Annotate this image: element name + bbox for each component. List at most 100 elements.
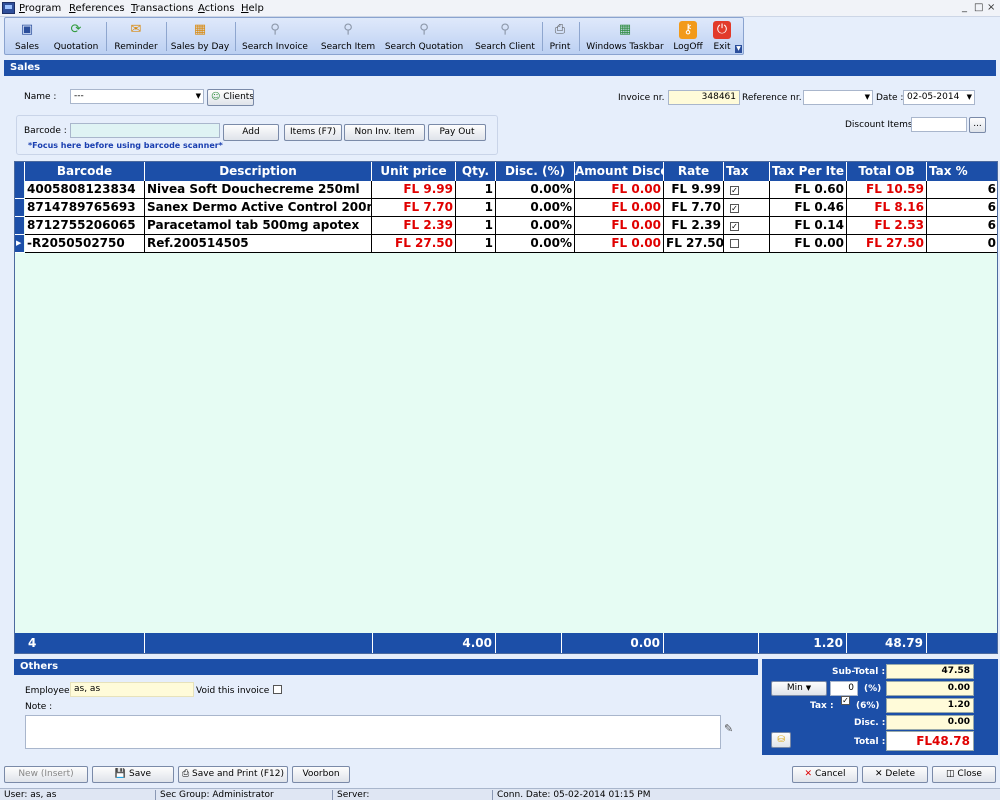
cell-qty: 1 xyxy=(456,235,496,253)
cell-description: Nivea Soft Douchecreme 250ml xyxy=(145,181,372,199)
sales-by-day-button[interactable]: ▦ Sales by Day xyxy=(167,18,233,54)
cash-drawer-button[interactable]: ⛁ xyxy=(771,732,791,748)
clients-icon: ☺ xyxy=(211,92,221,102)
note-expand-icon[interactable]: ✎ xyxy=(724,722,733,735)
cell-tax: ✓ xyxy=(724,217,770,235)
search-client-button[interactable]: ⚲ Search Client xyxy=(469,18,541,54)
col-header-unit-price[interactable]: Unit price xyxy=(372,162,456,181)
cell-tax-pct: 6 xyxy=(927,181,997,199)
app-icon[interactable] xyxy=(2,2,15,14)
subtotal-label: Sub-Total : xyxy=(832,667,886,677)
reference-combo[interactable]: ▼ xyxy=(803,90,873,105)
table-row[interactable]: 8712755206065 Paracetamol tab 500mg apot… xyxy=(15,217,997,235)
close-window-icon[interactable]: × xyxy=(987,2,995,13)
discount-pct-input[interactable]: 0 xyxy=(830,681,858,696)
items-button[interactable]: Items (F7) xyxy=(284,124,342,141)
cell-tax-per-item: FL 0.46 xyxy=(770,199,847,217)
barcode-hint: *Focus here before using barcode scanner… xyxy=(28,141,223,150)
pay-out-button[interactable]: Pay Out xyxy=(428,124,486,141)
row-selector[interactable]: ▶ xyxy=(15,235,24,253)
logoff-button[interactable]: ⚷ LogOff xyxy=(669,18,707,54)
quotation-label: Quotation xyxy=(53,42,99,52)
disc-label: Disc. : xyxy=(854,718,886,728)
save-button[interactable]: 💾 Save xyxy=(92,766,174,783)
tax-checkbox[interactable]: ✓ xyxy=(730,204,739,213)
discount-items-input[interactable] xyxy=(911,117,967,132)
void-invoice-checkbox[interactable] xyxy=(273,685,282,694)
col-header-description[interactable]: Description xyxy=(145,162,372,181)
table-row[interactable]: 4005808123834 Nivea Soft Douchecreme 250… xyxy=(15,181,997,199)
add-button[interactable]: Add xyxy=(223,124,279,141)
col-header-disc[interactable]: Disc. (%) xyxy=(496,162,575,181)
col-header-tax-per-item[interactable]: Tax Per Ite xyxy=(770,162,847,181)
note-label: Note : xyxy=(25,702,53,712)
toolbar-options-icon[interactable]: ▼ xyxy=(735,45,742,53)
search-quotation-button[interactable]: ⚲ Search Quotation xyxy=(381,18,467,54)
employee-field[interactable]: as, as xyxy=(70,682,194,697)
close-label: Close xyxy=(957,769,982,779)
windows-taskbar-button[interactable]: ▦ Windows Taskbar xyxy=(581,18,669,54)
delete-button[interactable]: ✕ Delete xyxy=(862,766,928,783)
exit-button[interactable]: ⏻ Exit xyxy=(707,18,737,54)
grid-footer: 4 4.00 0.00 1.20 48.79 xyxy=(15,633,997,653)
new-button[interactable]: New (Insert) xyxy=(4,766,88,783)
col-header-barcode[interactable]: Barcode xyxy=(25,162,145,181)
menu-help[interactable]: Help xyxy=(241,3,264,14)
col-header-amount-disc[interactable]: Amount Disco xyxy=(575,162,664,181)
tax-checkbox[interactable]: ✓ xyxy=(730,186,739,195)
table-row[interactable]: 8714789765693 Sanex Dermo Active Control… xyxy=(15,199,997,217)
cancel-button[interactable]: ✕ Cancel xyxy=(792,766,858,783)
note-textarea[interactable] xyxy=(25,715,721,749)
search-invoice-button[interactable]: ⚲ Search Invoice xyxy=(237,18,313,54)
tax-checkbox[interactable]: ✓ xyxy=(730,222,739,231)
menu-references[interactable]: References xyxy=(69,3,125,14)
search-item-button[interactable]: ⚲ Search Item xyxy=(315,18,381,54)
quotation-button[interactable]: ⟳ Quotation xyxy=(48,18,104,54)
cell-tax: ✓ xyxy=(724,199,770,217)
menu-program[interactable]: Program xyxy=(19,3,61,14)
barcode-input[interactable] xyxy=(70,123,220,138)
col-header-qty[interactable]: Qty. xyxy=(456,162,496,181)
table-row[interactable]: ▶ -R2050502750 Ref.200514505 FL 27.50 1 … xyxy=(15,235,997,253)
menu-transactions[interactable]: Transactions xyxy=(131,3,193,14)
print-button[interactable]: ⎙ Print xyxy=(543,18,577,54)
cell-tax: ✓ xyxy=(724,181,770,199)
invoice-field[interactable]: 348461 xyxy=(668,90,740,105)
maximize-icon[interactable]: □ xyxy=(974,2,983,13)
total-label: Total : xyxy=(854,737,886,747)
row-selector[interactable] xyxy=(15,217,24,235)
discount-mode-select[interactable]: Min ▼ xyxy=(771,681,827,696)
status-bar: User: as, as Sec Group: Administrator Se… xyxy=(0,788,1000,800)
menu-actions[interactable]: Actions xyxy=(198,3,235,14)
chevron-down-icon: ▼ xyxy=(864,93,870,101)
date-label: Date : xyxy=(876,93,904,103)
tax-label: Tax : xyxy=(810,701,834,711)
name-combo[interactable]: --- ▼ xyxy=(70,89,204,104)
cell-tax-per-item: FL 0.00 xyxy=(770,235,847,253)
clients-button[interactable]: ☺ Clients xyxy=(207,89,254,106)
col-header-rate[interactable]: Rate xyxy=(664,162,724,181)
voorbon-button[interactable]: Voorbon xyxy=(292,766,350,783)
cell-disc: 0.00% xyxy=(496,181,575,199)
tax-checkbox[interactable] xyxy=(730,239,739,248)
discount-items-label: Discount Items : xyxy=(845,120,919,130)
cell-rate: FL 9.99 xyxy=(664,181,724,199)
reminder-button[interactable]: ✉ Reminder xyxy=(108,18,164,54)
sales-button[interactable]: ▣ Sales xyxy=(7,18,47,54)
close-button[interactable]: ◫ Close xyxy=(932,766,996,783)
row-selector[interactable] xyxy=(15,181,24,199)
tax-checkbox[interactable]: ✓ xyxy=(841,696,850,705)
minimize-icon[interactable]: _ xyxy=(962,2,967,13)
col-header-tax-pct[interactable]: Tax % xyxy=(927,162,997,181)
search-invoice-label: Search Invoice xyxy=(242,42,308,52)
cell-unit-price: FL 7.70 xyxy=(372,199,456,217)
col-header-tax[interactable]: Tax xyxy=(724,162,770,181)
status-conn-date: Conn. Date: 05-02-2014 01:15 PM xyxy=(497,790,651,800)
discount-browse-button[interactable]: ... xyxy=(969,117,986,133)
date-picker[interactable]: 02-05-2014 ▼ xyxy=(903,90,975,105)
col-header-total[interactable]: Total OB xyxy=(847,162,927,181)
non-inv-item-button[interactable]: Non Inv. Item xyxy=(344,124,425,141)
close-door-icon: ◫ xyxy=(946,769,955,779)
save-and-print-button[interactable]: ⎙ Save and Print (F12) xyxy=(178,766,288,783)
row-selector[interactable] xyxy=(15,199,24,217)
